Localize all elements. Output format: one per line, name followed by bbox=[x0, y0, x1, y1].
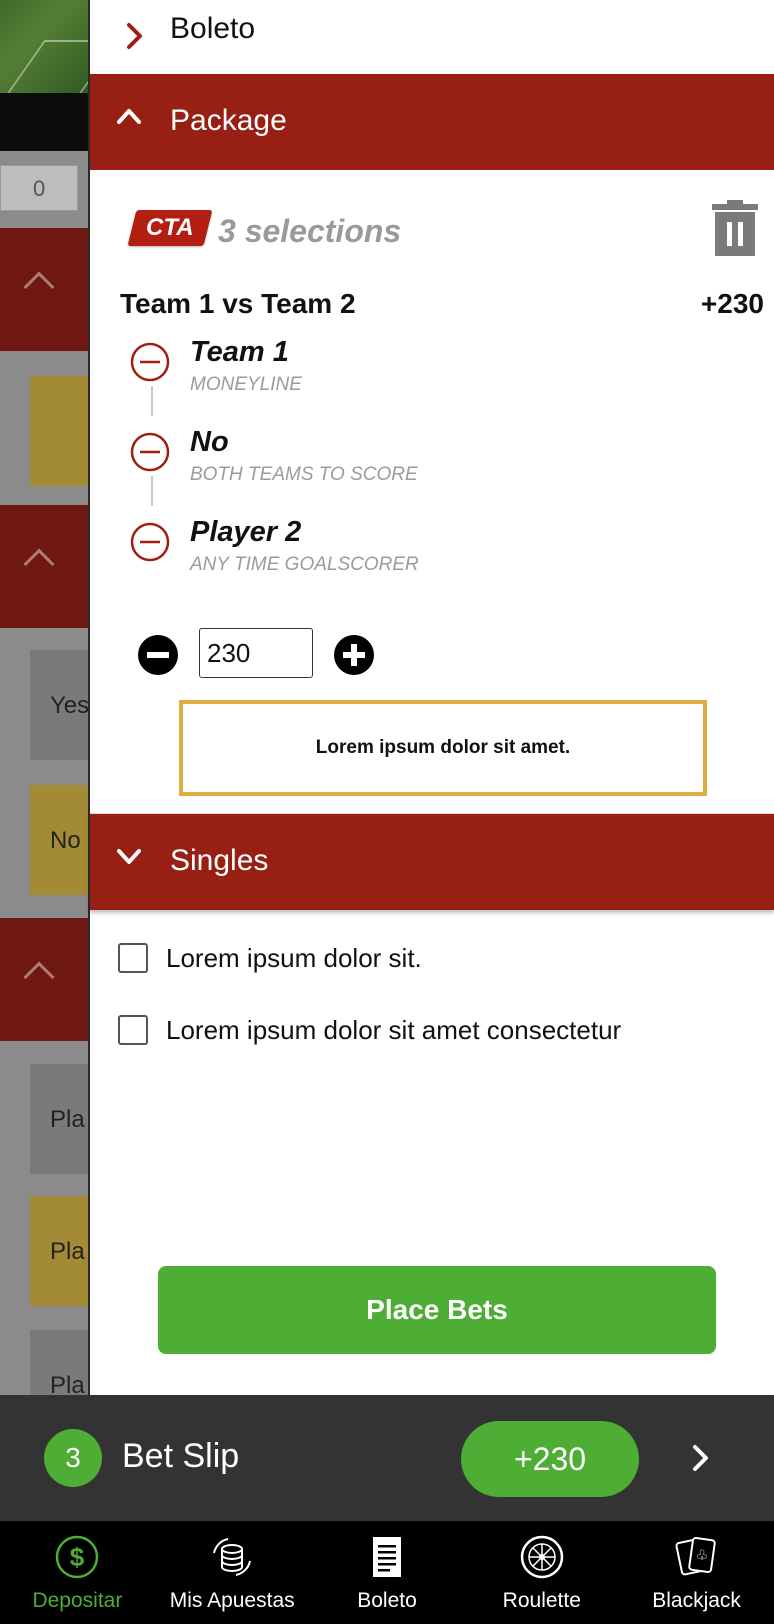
singles-header[interactable]: Singles bbox=[90, 814, 774, 910]
nav-item-depositar[interactable]: $ Depositar bbox=[0, 1521, 155, 1624]
singles-body: Lorem ipsum dolor sit. Lorem ipsum dolor… bbox=[90, 910, 774, 1390]
background-card: Pla bbox=[30, 1330, 88, 1395]
match-title: Team 1 vs Team 2 bbox=[120, 288, 356, 319]
bottom-nav: $ Depositar Mis Apuestas Boleto Roulette… bbox=[0, 1521, 774, 1624]
place-bets-button[interactable]: Place Bets bbox=[158, 1266, 716, 1354]
background-bar bbox=[0, 93, 88, 151]
background-card: No bbox=[30, 785, 88, 895]
nav-item-mis-apuestas[interactable]: Mis Apuestas bbox=[155, 1521, 310, 1624]
svg-text:$: $ bbox=[70, 1542, 85, 1572]
stake-input[interactable]: 230 bbox=[199, 628, 313, 678]
nav-label: Depositar bbox=[32, 1589, 123, 1612]
svg-text:♧: ♧ bbox=[695, 1548, 708, 1564]
dollar-coin-icon: $ bbox=[56, 1535, 99, 1579]
chevron-right-icon[interactable] bbox=[690, 1441, 712, 1475]
nav-item-boleto[interactable]: Boleto bbox=[310, 1521, 465, 1624]
nav-label: Roulette bbox=[502, 1589, 581, 1612]
background-card bbox=[30, 376, 88, 486]
selection-leg: Team 1 MONEYLINE bbox=[130, 336, 730, 402]
background-card: Pla bbox=[30, 1064, 88, 1174]
cta-badge: CTA bbox=[127, 210, 213, 246]
nav-label: Blackjack bbox=[652, 1589, 741, 1612]
bet-drawer: Boleto Package CTA 3 selections Team 1 v… bbox=[88, 0, 774, 1395]
remove-selection-icon[interactable] bbox=[130, 432, 170, 472]
playing-cards-icon: ♧ bbox=[675, 1537, 716, 1576]
boleto-label: Boleto bbox=[170, 12, 256, 45]
selection-market: ANY TIME GOALSCORER bbox=[190, 554, 419, 575]
total-odds-pill[interactable]: +230 bbox=[461, 1421, 639, 1497]
selection-leg: Player 2 ANY TIME GOALSCORER bbox=[130, 516, 730, 582]
coin-stack-icon bbox=[213, 1538, 252, 1576]
single-option-checkbox[interactable] bbox=[118, 943, 148, 973]
document-icon bbox=[372, 1537, 401, 1577]
background-card: Yes bbox=[30, 650, 88, 760]
package-header-label: Package bbox=[170, 104, 287, 137]
bet-slip-bar[interactable]: 3 Bet Slip +230 bbox=[0, 1395, 774, 1521]
remove-selection-icon[interactable] bbox=[130, 522, 170, 562]
leg-connector bbox=[151, 476, 153, 506]
nav-item-blackjack[interactable]: ♧ Blackjack bbox=[619, 1521, 774, 1624]
match-odds: +230 bbox=[700, 288, 764, 319]
bet-slip-title: Bet Slip bbox=[122, 1437, 240, 1475]
boleto-row[interactable]: Boleto bbox=[90, 0, 774, 74]
background-card: Pla bbox=[30, 1196, 88, 1306]
chevron-down-icon bbox=[117, 849, 141, 864]
remove-selection-icon[interactable] bbox=[130, 342, 170, 382]
single-option-label: Lorem ipsum dolor sit amet consectetur bbox=[166, 1015, 622, 1045]
background-section-header bbox=[0, 228, 88, 351]
package-notice: Lorem ipsum dolor sit amet. bbox=[179, 700, 707, 796]
selections-count: 3 selections bbox=[218, 213, 402, 249]
nav-label: Mis Apuestas bbox=[169, 1589, 295, 1612]
background-field-image bbox=[0, 0, 88, 93]
single-option-checkbox[interactable] bbox=[118, 1015, 148, 1045]
selection-market: MONEYLINE bbox=[190, 374, 302, 395]
trash-icon[interactable] bbox=[710, 200, 760, 256]
bet-count-badge: 3 bbox=[44, 1429, 102, 1487]
package-body: CTA 3 selections Team 1 vs Team 2 +230 T… bbox=[90, 170, 774, 813]
selection-market: BOTH TEAMS TO SCORE bbox=[190, 464, 418, 485]
nav-label: Boleto bbox=[357, 1589, 417, 1612]
single-option-label: Lorem ipsum dolor sit. bbox=[166, 943, 422, 973]
background-section-header bbox=[0, 505, 88, 628]
background-score: 0 bbox=[0, 165, 78, 211]
roulette-wheel-icon bbox=[520, 1535, 564, 1579]
selection-name: No bbox=[190, 426, 229, 458]
package-header[interactable]: Package bbox=[90, 74, 774, 170]
background-page: 0 Yes No Pla Pla Pla bbox=[0, 0, 88, 1395]
leg-connector bbox=[151, 386, 153, 416]
stake-increase-button[interactable] bbox=[334, 635, 374, 675]
background-section-header bbox=[0, 918, 88, 1041]
chevron-right-icon bbox=[127, 23, 142, 49]
selection-name: Player 2 bbox=[190, 516, 302, 548]
nav-item-roulette[interactable]: Roulette bbox=[464, 1521, 619, 1624]
selection-name: Team 1 bbox=[190, 336, 289, 368]
selection-leg: No BOTH TEAMS TO SCORE bbox=[130, 426, 730, 492]
stake-decrease-button[interactable] bbox=[138, 635, 178, 675]
singles-header-label: Singles bbox=[170, 844, 269, 877]
chevron-up-icon bbox=[117, 109, 141, 124]
